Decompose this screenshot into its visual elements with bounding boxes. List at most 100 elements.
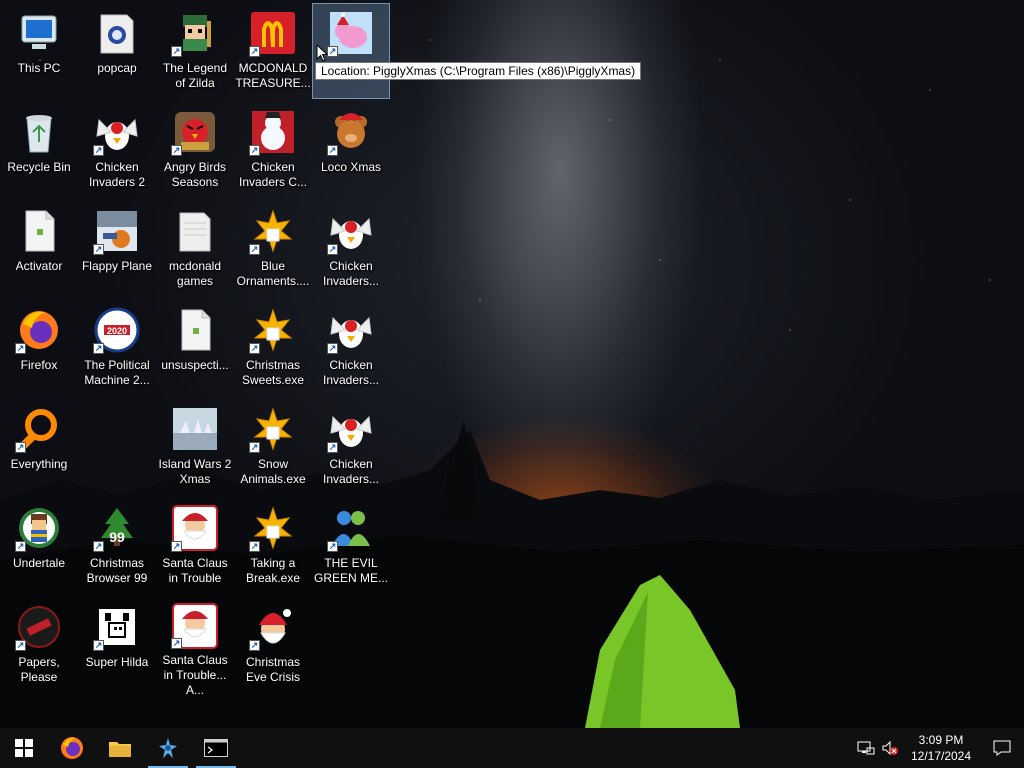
shortcut-arrow-icon: ↗: [93, 640, 104, 651]
taskbar-firefox-button[interactable]: [48, 728, 96, 768]
shortcut-arrow-icon: ↗: [249, 640, 260, 651]
shortcut-arrow-icon: ↗: [327, 541, 338, 552]
desktop-icon[interactable]: ↗ Undertale: [1, 499, 77, 593]
desktop-icon-label: popcap: [97, 61, 137, 75]
santa-icon: ↗: [249, 603, 297, 651]
desktop-icon[interactable]: ↗ Christmas Eve Crisis: [235, 598, 311, 692]
desktop-icon[interactable]: 99 ↗ Christmas Browser 99: [79, 499, 155, 593]
santa-trouble-icon: ↗: [171, 603, 219, 649]
desktop-icon[interactable]: ↗ Blue Ornaments....: [235, 202, 311, 296]
shortcut-arrow-icon: ↗: [15, 442, 26, 453]
shortcut-arrow-icon: ↗: [327, 442, 338, 453]
shortcut-arrow-icon: ↗: [327, 244, 338, 255]
recycle-bin-icon: [15, 108, 63, 156]
notification-icon: [993, 740, 1011, 756]
firefox-icon: [61, 737, 83, 759]
shortcut-arrow-icon: ↗: [249, 541, 260, 552]
location-tooltip: Location: PigglyXmas (C:\Program Files (…: [315, 62, 642, 80]
desktop-icon[interactable]: ↗ Santa Claus in Trouble... A...: [157, 598, 233, 697]
teddy-bear-icon: ↗: [327, 108, 375, 156]
chicken-invaders-icon: ↗: [93, 108, 141, 156]
flappy-plane-icon: ↗: [93, 207, 141, 255]
notification-button[interactable]: [980, 728, 1024, 768]
start-button[interactable]: [0, 728, 48, 768]
shortcut-arrow-icon: ↗: [171, 541, 182, 552]
network-icon[interactable]: [854, 728, 878, 768]
desktop-icon-label: Island Wars 2 Xmas: [158, 457, 232, 486]
desktop-icon[interactable]: Recycle Bin: [1, 103, 77, 197]
gift-icon: ↗: [249, 504, 297, 552]
desktop-icon-label: mcdonald games: [168, 259, 222, 288]
desktop-icon[interactable]: 2020 ↗ The Political Machine 2...: [79, 301, 155, 395]
super-hilda-icon: ↗: [93, 603, 141, 651]
popcap-folder-icon: [93, 9, 141, 57]
everything-icon: ↗: [15, 405, 63, 453]
file-explorer-icon: [109, 742, 131, 757]
shortcut-arrow-icon: ↗: [327, 343, 338, 354]
shortcut-arrow-icon: ↗: [171, 46, 182, 57]
desktop-icon-label: Everything: [10, 457, 68, 471]
desktop-icon[interactable]: ↗ Santa Claus in Trouble: [157, 499, 233, 593]
shortcut-arrow-icon: ↗: [93, 244, 104, 255]
clock[interactable]: 3:09 PM 12/17/2024: [908, 732, 974, 764]
firefox-icon: ↗: [15, 306, 63, 354]
shortcut-arrow-icon: ↗: [327, 145, 338, 156]
political-machine-icon: 2020 ↗: [93, 306, 141, 354]
chicken-invaders-icon: ↗: [327, 306, 375, 354]
shortcut-arrow-icon: ↗: [93, 541, 104, 552]
desktop-icon[interactable]: ↗ Snow Animals.exe: [235, 400, 311, 494]
system-tray: 3:09 PM 12/17/2024: [854, 728, 1024, 768]
island-wars-icon: [171, 405, 219, 453]
desktop-icon-label: Chicken Invaders C...: [238, 160, 308, 189]
desktop-icon[interactable]: ↗ Angry Birds Seasons: [157, 103, 233, 197]
desktop-icon[interactable]: popcap: [79, 4, 155, 98]
app-icon: [159, 738, 177, 758]
shortcut-arrow-icon: ↗: [93, 343, 104, 354]
gift-icon: ↗: [249, 405, 297, 453]
desktop-icon[interactable]: ↗ Chicken Invaders...: [313, 301, 389, 395]
desktop-icon[interactable]: ↗ Chicken Invaders C...: [235, 103, 311, 197]
shortcut-arrow-icon: ↗: [15, 343, 26, 354]
zilda-icon: ↗: [171, 9, 219, 57]
desktop-icon-label: Snow Animals.exe: [240, 457, 306, 486]
shortcut-arrow-icon: ↗: [171, 145, 182, 156]
desktop-icon-label: Angry Birds Seasons: [163, 160, 227, 189]
desktop-icon[interactable]: unsuspecti...: [157, 301, 233, 395]
volume-muted-icon[interactable]: [878, 728, 902, 768]
desktop-icon[interactable]: ↗ Chicken Invaders 2: [79, 103, 155, 197]
desktop-icon[interactable]: ↗ Papers, Please: [1, 598, 77, 692]
desktop-icon[interactable]: ↗ Loco Xmas: [313, 103, 389, 197]
piggly-xmas-icon: ↗: [327, 9, 375, 57]
chicken-invaders-icon: ↗: [327, 207, 375, 255]
desktop-icon[interactable]: ↗ Everything: [1, 400, 77, 494]
desktop-icon[interactable]: ↗ Chicken Invaders...: [313, 202, 389, 296]
chicken-invaders-icon: ↗: [327, 405, 375, 453]
desktop-icon[interactable]: ↗ MCDONALD TREASURE...: [235, 4, 311, 98]
desktop-icon[interactable]: ↗ Taking a Break.exe: [235, 499, 311, 593]
desktop-icon[interactable]: ↗ THE EVIL GREEN ME...: [313, 499, 389, 593]
windows-start-icon: [15, 739, 33, 757]
taskbar-terminal-button[interactable]: [192, 728, 240, 768]
taskbar-app-button[interactable]: [144, 728, 192, 768]
desktop-icon[interactable]: Island Wars 2 Xmas: [157, 400, 233, 494]
desktop-icon[interactable]: ↗ Firefox: [1, 301, 77, 395]
desktop-icon-label: Blue Ornaments....: [236, 259, 310, 288]
desktop-icon[interactable]: ↗ The Legend of Zilda: [157, 4, 233, 98]
desktop-icon-label: Undertale: [12, 556, 66, 570]
desktop-icon[interactable]: mcdonald games: [157, 202, 233, 296]
desktop-icon[interactable]: Activator: [1, 202, 77, 296]
mouse-cursor-icon: [316, 44, 328, 62]
shortcut-arrow-icon: ↗: [171, 638, 182, 649]
desktop-icon-label: MCDONALD TREASURE...: [235, 61, 311, 90]
desktop-icon-label: Chicken Invaders...: [322, 457, 380, 486]
undertale-icon: ↗: [15, 504, 63, 552]
desktop-icon[interactable]: This PC: [1, 4, 77, 98]
desktop-icon[interactable]: ↗ Christmas Sweets.exe: [235, 301, 311, 395]
desktop-icon[interactable]: ↗ Chicken Invaders...: [313, 400, 389, 494]
taskbar-file-explorer-button[interactable]: [96, 728, 144, 768]
clock-time: 3:09 PM: [918, 733, 964, 747]
desktop-icon-label: Activator: [15, 259, 63, 273]
desktop-icon[interactable]: ↗ Flappy Plane: [79, 202, 155, 296]
desktop-icon[interactable]: ↗ Super Hilda: [79, 598, 155, 692]
shortcut-arrow-icon: ↗: [249, 442, 260, 453]
